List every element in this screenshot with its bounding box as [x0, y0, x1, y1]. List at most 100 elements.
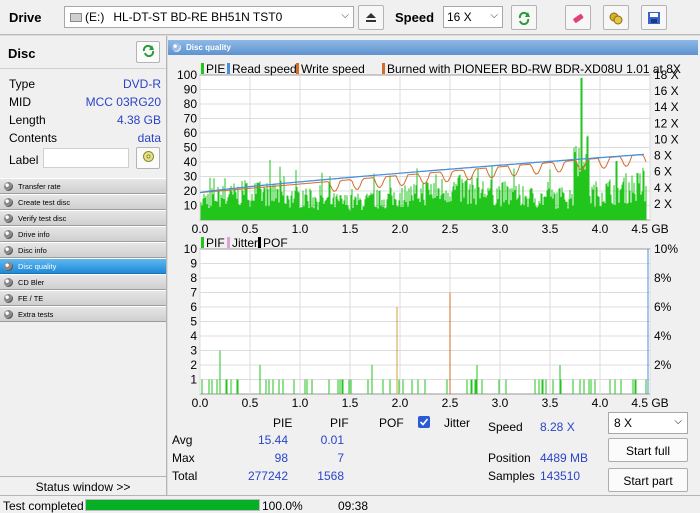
- status-window-button[interactable]: Status window >>: [0, 476, 166, 495]
- menu-item-verify-test-disc[interactable]: Verify test disc: [0, 210, 166, 226]
- samples-value: 143510: [540, 469, 581, 483]
- pie-chart-y-tick-label: 100: [177, 68, 197, 82]
- menu-item-label: Create test disc: [18, 197, 71, 207]
- pif-legend-label: PIF: [206, 236, 225, 250]
- jitter-checkbox[interactable]: [418, 416, 430, 428]
- disc-label-input[interactable]: [43, 148, 129, 168]
- pie-legend-label: PIE: [206, 62, 225, 76]
- pif-chart-y2-tick-label: 2%: [654, 358, 672, 372]
- pie-chart-y-tick-label: 60: [184, 126, 198, 140]
- pif-chart-x-tick-label: 2.5: [442, 396, 459, 410]
- pif-chart-y-tick-label: 6: [190, 300, 197, 314]
- panel-title-bar: Disc quality: [168, 40, 698, 55]
- pie-chart-y-tick-label: 30: [184, 170, 198, 184]
- pie-chart-x-tick-label: 0.5: [242, 222, 259, 236]
- pie-chart-x-tick-label: 4.5 GB: [631, 222, 668, 236]
- toolbar: Drive (E:) HL-DT-ST BD-RE BH51N TST0 ⌵ S…: [0, 0, 700, 35]
- pie-legend-swatch: [227, 63, 230, 74]
- pie-chart-y2-tick-label: 8 X: [654, 149, 672, 163]
- pie-legend-swatch: [296, 63, 299, 74]
- pif-chart-y2-tick-label: 8%: [654, 271, 672, 285]
- pif-legend-swatch: [201, 237, 204, 248]
- total-label: Total: [172, 469, 198, 483]
- save-icon: [647, 11, 661, 25]
- max-pif-value: 7: [337, 451, 344, 465]
- disc-icon: [4, 293, 13, 303]
- disc-length-key: Length: [9, 113, 46, 127]
- menu-item-fe-te[interactable]: FE / TE: [0, 290, 166, 306]
- pif-chart-y-tick-label: 4: [190, 329, 197, 343]
- status-bar: Test completed 100.0% 09:38: [0, 495, 700, 513]
- menu-item-label: Verify test disc: [18, 213, 67, 223]
- start-part-button[interactable]: Start part: [608, 468, 688, 492]
- pie-legend-label: Burned with PIONEER BD-RW BDR-XD08U 1.01…: [387, 62, 681, 76]
- menu-item-label: Transfer rate: [18, 181, 61, 191]
- pie-legend-label: Read speed: [232, 62, 297, 76]
- progress-fill: [86, 500, 259, 510]
- pif-chart-y2-tick-label: 10%: [654, 242, 678, 256]
- pie-chart-x-tick-label: 1.0: [292, 222, 309, 236]
- erase-button[interactable]: [565, 5, 591, 30]
- pif-chart-x-tick-label: 0.5: [242, 396, 259, 410]
- disc-icon: [4, 277, 13, 287]
- disc-mid-key: MID: [9, 95, 31, 109]
- pie-chart-x-tick-label: 3.5: [542, 222, 559, 236]
- refresh-icon: [517, 11, 531, 25]
- refresh-speed-button[interactable]: [511, 5, 537, 30]
- col-pif-header: PIF: [330, 416, 349, 430]
- max-label: Max: [172, 451, 195, 465]
- menu-item-extra-tests[interactable]: Extra tests: [0, 306, 166, 322]
- menu-item-create-test-disc[interactable]: Create test disc: [0, 194, 166, 210]
- disc-title: Disc: [8, 46, 36, 61]
- menu-item-label: CD Bler: [18, 277, 45, 287]
- menu-item-drive-info[interactable]: Drive info: [0, 226, 166, 242]
- disc-quality-panel: Disc quality 0.0 0.5 1.0 1.5 2.0 2.5 3.0 3.5 4.0…: [168, 36, 700, 495]
- speed-select[interactable]: 16 X ⌵: [443, 6, 503, 28]
- pif-chart-y-tick-label: 9: [190, 257, 197, 271]
- elapsed-time: 09:38: [338, 499, 369, 513]
- progress-bar: [85, 499, 260, 511]
- disc-header: Disc: [0, 36, 166, 69]
- pif-chart-y-tick-label: 2: [190, 358, 197, 372]
- disc-label-button[interactable]: [136, 147, 160, 169]
- jitter-label: Jitter: [444, 416, 471, 430]
- pie-chart-y2-tick-label: 12 X: [654, 116, 679, 130]
- menu-item-disc-quality[interactable]: Disc quality: [0, 258, 166, 274]
- save-button[interactable]: [641, 5, 667, 30]
- position-value: 4489 MB: [540, 451, 589, 465]
- avg-label: Avg: [172, 433, 193, 447]
- disc-quality-charts: 0.0 0.5 1.0 1.5 2.0 2.5 3.0 3.5 4.0 4.5 GB1009080…: [177, 62, 681, 410]
- col-pof-header: POF: [379, 416, 404, 430]
- eject-button[interactable]: [358, 5, 384, 30]
- menu-item-disc-info[interactable]: Disc info: [0, 242, 166, 258]
- disc-label-icon: [142, 150, 155, 166]
- drive-select[interactable]: (E:) HL-DT-ST BD-RE BH51N TST0 ⌵: [64, 6, 354, 28]
- pie-chart-y2-tick-label: 16 X: [654, 84, 679, 98]
- start-full-button[interactable]: Start full: [608, 438, 688, 462]
- pie-legend-label: Write speed: [301, 62, 365, 76]
- disc-refresh-button[interactable]: [136, 41, 160, 63]
- disc-icon: [4, 229, 13, 239]
- menu-item-cd-bler[interactable]: CD Bler: [0, 274, 166, 290]
- options-button[interactable]: [603, 5, 629, 30]
- max-pie-value: 98: [274, 451, 288, 465]
- pie-chart-y-tick-label: 10: [184, 199, 198, 213]
- menu-item-label: Drive info: [18, 229, 50, 239]
- pif-chart-y-tick-label: 10: [184, 242, 198, 256]
- pif-chart-y-tick-label: 8: [190, 271, 197, 285]
- menu-item-label: Extra tests: [18, 309, 54, 319]
- pie-chart-y-tick-label: 70: [184, 112, 198, 126]
- menu-item-transfer-rate[interactable]: Transfer rate: [0, 178, 166, 194]
- total-pif-value: 1568: [317, 469, 344, 483]
- pif-chart-x-tick-label: 1.5: [342, 396, 359, 410]
- disc-icon: [4, 197, 13, 207]
- pif-chart-y-tick-label: 5: [190, 315, 197, 329]
- position-label: Position: [488, 451, 531, 465]
- left-panel: Disc Type DVD-R MID MCC 03RG20 Length 4.…: [0, 36, 167, 495]
- total-pie-value: 277242: [247, 469, 288, 483]
- pie-chart-y-tick-label: 90: [184, 83, 198, 97]
- test-speed-select[interactable]: 8 X ⌵: [608, 412, 688, 434]
- pie-chart-y2-tick-label: 2 X: [654, 197, 672, 211]
- pif-chart-x-tick-label: 3.5: [542, 396, 559, 410]
- speed-stat-value: 8.28 X: [540, 420, 575, 434]
